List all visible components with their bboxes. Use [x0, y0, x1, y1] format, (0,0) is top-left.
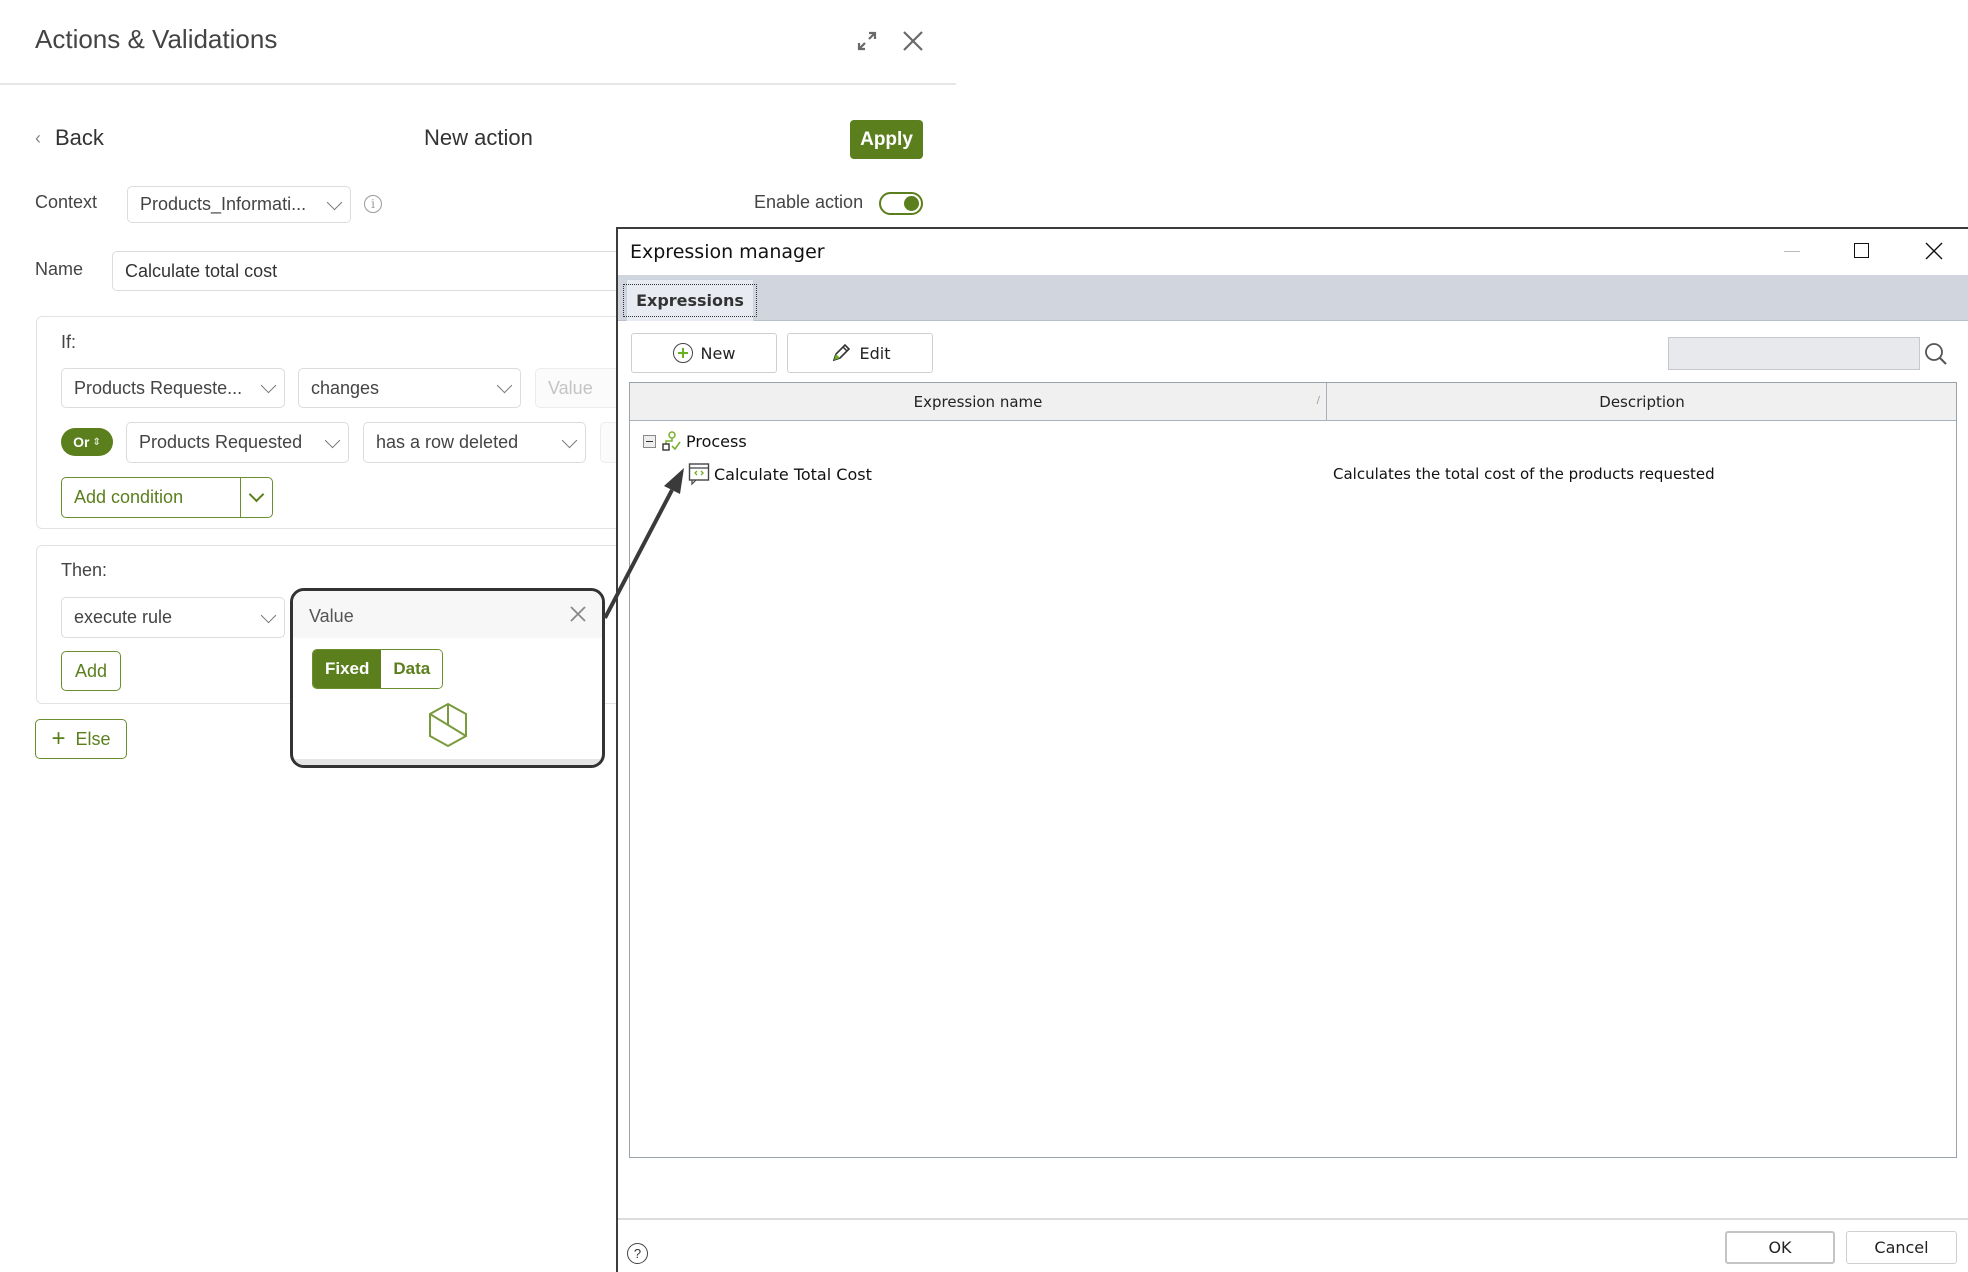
then-action-select[interactable]: execute rule — [61, 597, 285, 638]
enable-action-label: Enable action — [754, 192, 864, 212]
or-connector-toggle[interactable]: Or ⇕ — [61, 428, 113, 456]
name-input[interactable]: Calculate total cost — [112, 251, 672, 291]
condition-1-value-placeholder: Value — [548, 377, 593, 398]
table-header: Expression name ∕ Description — [630, 383, 1956, 421]
add-condition-button[interactable]: Add condition — [62, 478, 240, 517]
tab-expressions[interactable]: Expressions — [623, 279, 757, 321]
chevron-down-icon — [260, 607, 277, 623]
footer-divider — [618, 1218, 1968, 1220]
expand-icon[interactable] — [856, 30, 878, 52]
dialog-title: Expression manager — [630, 241, 825, 263]
tab-expressions-label: Expressions — [623, 284, 757, 317]
or-label: Or — [73, 434, 90, 450]
condition-2-field-select[interactable]: Products Requested — [126, 422, 349, 463]
info-icon[interactable]: i — [364, 195, 382, 213]
close-icon[interactable] — [900, 28, 926, 54]
expression-manager-dialog: Expression manager Expressions New Edit … — [616, 227, 1968, 1272]
table-row[interactable]: Process — [643, 429, 747, 453]
pencil-icon — [832, 343, 850, 362]
condition-2-field-value: Products Requested — [139, 432, 303, 452]
context-value: Products_Informati... — [140, 194, 307, 214]
else-label: Else — [75, 728, 111, 749]
chevron-down-icon — [260, 377, 277, 394]
value-popup-footer — [293, 759, 602, 765]
back-button[interactable]: ‹ Back — [35, 125, 104, 151]
enable-action-toggle[interactable] — [879, 192, 923, 215]
collapse-icon[interactable] — [643, 434, 656, 448]
process-icon — [662, 431, 681, 451]
chevron-down-icon[interactable] — [240, 478, 272, 517]
context-select[interactable]: Products_Informati... — [127, 186, 351, 223]
toggle-knob — [904, 196, 919, 211]
add-action-button[interactable]: Add — [61, 651, 121, 691]
close-icon[interactable] — [568, 604, 588, 624]
edit-label: Edit — [859, 343, 891, 363]
value-popup: Value Fixed Data — [290, 588, 605, 768]
then-label: Then: — [61, 560, 108, 580]
chevron-left-icon: ‹ — [35, 127, 41, 148]
chevron-down-icon — [496, 377, 513, 394]
apply-button[interactable]: Apply — [850, 120, 923, 159]
row-name: Process — [686, 431, 747, 451]
column-header-description[interactable]: Description — [1328, 383, 1956, 421]
row-name: Calculate Total Cost — [714, 464, 872, 484]
table-row[interactable]: Calculate Total Cost — [688, 462, 872, 486]
edit-expression-button[interactable]: Edit — [787, 333, 933, 373]
then-action-value: execute rule — [74, 607, 173, 627]
condition-2-operator-value: has a row deleted — [376, 432, 519, 452]
tab-strip: Expressions — [618, 275, 1968, 321]
condition-1-field-value: Products Requeste... — [74, 377, 243, 398]
cancel-button[interactable]: Cancel — [1846, 1231, 1957, 1264]
condition-1-operator-select[interactable]: changes — [298, 368, 521, 408]
search-input[interactable] — [1668, 337, 1920, 370]
close-icon[interactable] — [1924, 241, 1944, 261]
search-icon[interactable] — [1923, 341, 1949, 367]
minimize-icon[interactable] — [1784, 251, 1800, 252]
name-label: Name — [35, 259, 84, 279]
name-value: Calculate total cost — [125, 260, 278, 281]
plus-circle-icon — [672, 343, 693, 363]
back-label: Back — [55, 125, 104, 150]
ok-button[interactable]: OK — [1725, 1231, 1835, 1264]
help-icon[interactable]: ? — [627, 1243, 648, 1264]
fixed-mode-button[interactable]: Fixed — [313, 650, 382, 688]
context-label: Context — [35, 192, 98, 212]
condition-2-operator-select[interactable]: has a row deleted — [363, 422, 586, 463]
chevron-down-icon — [561, 432, 578, 448]
chevron-down-icon — [324, 432, 341, 448]
header-divider — [0, 83, 956, 85]
sort-icon: ∕ — [1316, 395, 1320, 406]
condition-1-field-select[interactable]: Products Requeste... — [61, 368, 285, 408]
maximize-icon[interactable] — [1854, 243, 1869, 258]
new-expression-button[interactable]: New — [631, 333, 777, 373]
description-header-label: Description — [1599, 393, 1685, 411]
expression-name-header-label: Expression name — [913, 393, 1043, 411]
cube-icon[interactable] — [426, 701, 470, 749]
expression-icon — [688, 463, 710, 486]
updown-icon: ⇕ — [92, 436, 101, 448]
row-description: Calculates the total cost of the product… — [1333, 465, 1715, 483]
value-popup-header: Value — [293, 591, 602, 638]
new-label: New — [700, 343, 736, 363]
add-condition-split-button[interactable]: Add condition — [61, 477, 273, 518]
panel-title: Actions & Validations — [35, 24, 278, 54]
value-mode-toggle: Fixed Data — [312, 649, 444, 689]
value-popup-title: Value — [309, 606, 354, 626]
if-label: If: — [61, 332, 77, 352]
else-button[interactable]: + Else — [35, 719, 127, 759]
plus-icon: + — [51, 725, 66, 752]
expressions-table: Expression name ∕ Description Process Ca… — [629, 382, 1957, 1158]
page-title: New action — [424, 125, 533, 150]
data-mode-button[interactable]: Data — [381, 650, 443, 688]
condition-1-operator-value: changes — [311, 377, 380, 398]
chevron-down-icon — [326, 194, 343, 210]
column-header-expression-name[interactable]: Expression name ∕ — [630, 383, 1327, 421]
